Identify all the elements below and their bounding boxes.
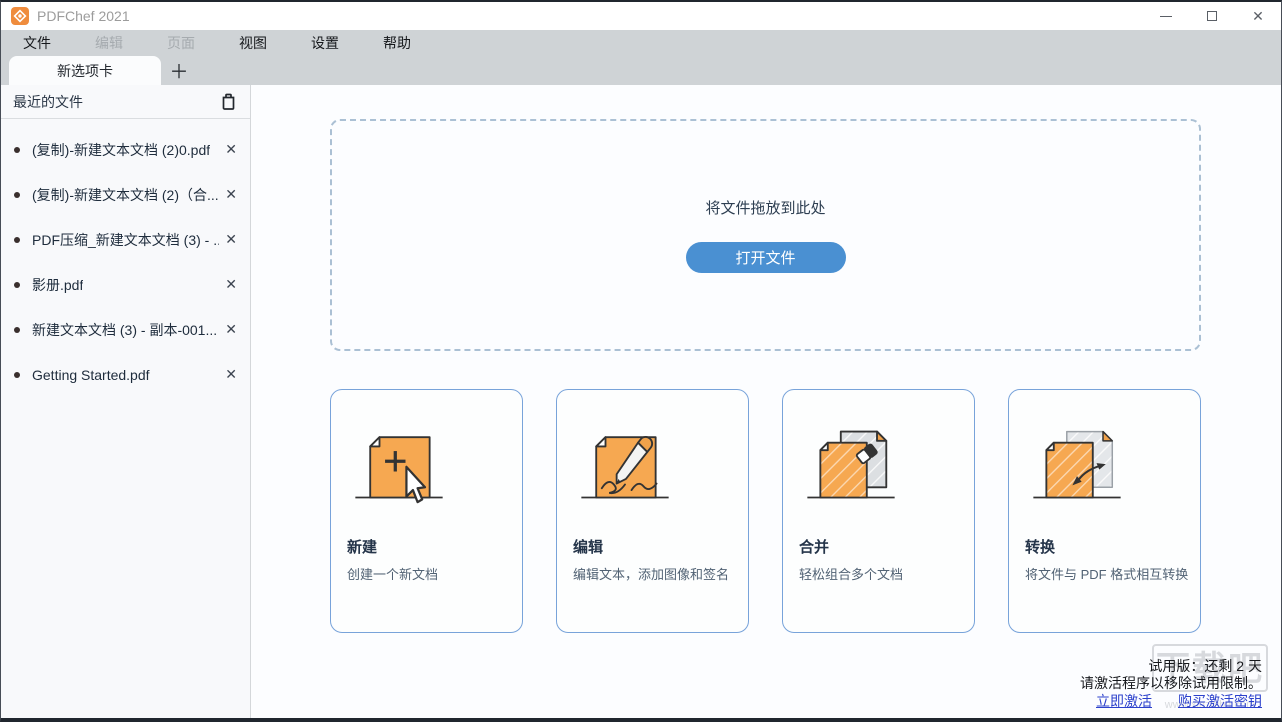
recent-file-row[interactable]: (复制)-新建文本文档 (2)（合... ✕ [1, 172, 250, 217]
open-file-button[interactable]: 打开文件 [685, 242, 846, 273]
file-name[interactable]: (复制)-新建文本文档 (2)（合... [32, 185, 219, 205]
trash-icon [222, 93, 234, 110]
remove-file-button[interactable]: ✕ [219, 186, 237, 203]
menu-edit: 编辑 [95, 35, 123, 51]
card-convert-documents[interactable]: 转换 将文件与 PDF 格式相互转换 [1008, 389, 1201, 633]
action-cards: 新建 创建一个新文档 编辑 编辑文本，添加图像和签名 合并 轻松组合多个文档 转… [330, 389, 1201, 633]
bullet-icon [14, 281, 20, 288]
bullet-icon [14, 191, 20, 198]
trial-days-remaining: 试用版：还剩 2 天 [1148, 658, 1262, 674]
card-title: 新建 [347, 539, 378, 556]
clear-recent-button[interactable] [218, 92, 238, 112]
card-subtitle: 将文件与 PDF 格式相互转换 [1025, 567, 1189, 582]
card-title: 编辑 [573, 539, 604, 556]
maximize-button[interactable] [1189, 2, 1235, 30]
remove-file-button[interactable]: ✕ [219, 276, 237, 293]
title-bar: PDFChef 2021 ✕ [1, 2, 1281, 30]
recent-files-list: (复制)-新建文本文档 (2)0.pdf ✕ (复制)-新建文本文档 (2)（合… [1, 119, 250, 397]
tab-new-tab[interactable]: 新选项卡 [9, 56, 161, 85]
buy-key-link[interactable]: 购买激活密钥 [1178, 693, 1262, 709]
convert-documents-icon [1033, 430, 1121, 499]
trial-activate-message: 请激活程序以移除试用限制。 [1080, 675, 1262, 691]
card-subtitle: 轻松组合多个文档 [799, 567, 904, 582]
recent-file-row[interactable]: 新建文本文档 (3) - 副本-001... ✕ [1, 307, 250, 352]
remove-file-button[interactable]: ✕ [219, 366, 237, 383]
bullet-icon [14, 236, 20, 243]
main-panel: 将文件拖放到此处 打开文件 新建 创建一个新文档 编辑 编辑文本，添加图像和签名… [251, 85, 1281, 718]
menu-help[interactable]: 帮助 [361, 30, 433, 56]
card-new-document[interactable]: 新建 创建一个新文档 [330, 389, 523, 633]
remove-file-button[interactable]: ✕ [219, 321, 237, 338]
card-subtitle: 编辑文本，添加图像和签名 [573, 567, 730, 582]
remove-file-button[interactable]: ✕ [219, 141, 237, 158]
card-title: 转换 [1025, 539, 1056, 556]
recent-file-row[interactable]: (复制)-新建文本文档 (2)0.pdf ✕ [1, 127, 250, 172]
close-button[interactable]: ✕ [1235, 2, 1281, 30]
card-title: 合并 [799, 539, 830, 556]
recent-file-row[interactable]: Getting Started.pdf ✕ [1, 352, 250, 397]
app-window: PDFChef 2021 ✕ 文件 编辑 页面 视图 设置 帮助 新选项卡 ＋ … [0, 0, 1282, 722]
file-name[interactable]: 影册.pdf [32, 275, 83, 295]
trial-notice: 试用版：还剩 2 天 请激活程序以移除试用限制。 立即激活 购买激活密钥 [1080, 658, 1262, 710]
recent-files-sidebar: 最近的文件 (复制)-新建文本文档 (2)0.pdf ✕ (复制)-新建文本文档 [1, 85, 251, 718]
bullet-icon [14, 146, 20, 153]
tab-bar: 新选项卡 ＋ [1, 56, 1281, 85]
card-edit-document[interactable]: 编辑 编辑文本，添加图像和签名 [556, 389, 749, 633]
app-logo-icon [11, 7, 29, 25]
maximize-icon [1207, 11, 1217, 21]
menu-page: 页面 [167, 35, 195, 51]
bullet-icon [14, 326, 20, 333]
drop-hint-text: 将文件拖放到此处 [705, 200, 826, 217]
file-name[interactable]: (复制)-新建文本文档 (2)0.pdf [32, 140, 210, 160]
recent-file-row[interactable]: PDF压缩_新建文本文档 (3) - ... ✕ [1, 217, 250, 262]
add-tab-button[interactable]: ＋ [164, 56, 194, 85]
menu-bar: 文件 编辑 页面 视图 设置 帮助 [1, 30, 1281, 56]
recent-file-row[interactable]: 影册.pdf ✕ [1, 262, 250, 307]
minimize-button[interactable] [1143, 2, 1189, 30]
bullet-icon [14, 371, 20, 378]
new-document-icon [355, 436, 443, 504]
content-area: 最近的文件 (复制)-新建文本文档 (2)0.pdf ✕ (复制)-新建文本文档 [1, 85, 1281, 718]
menu-settings[interactable]: 设置 [289, 30, 361, 56]
sidebar-header: 最近的文件 [1, 85, 250, 119]
menu-file[interactable]: 文件 [1, 30, 73, 56]
file-name[interactable]: PDF压缩_新建文本文档 (3) - ... [32, 230, 219, 250]
edit-document-icon [581, 436, 669, 499]
file-name[interactable]: 新建文本文档 (3) - 副本-001... [32, 320, 217, 340]
activate-now-link[interactable]: 立即激活 [1096, 693, 1152, 709]
card-subtitle: 创建一个新文档 [347, 567, 439, 582]
file-drop-zone[interactable]: 将文件拖放到此处 打开文件 [330, 119, 1201, 351]
merge-documents-icon [807, 430, 895, 499]
card-merge-documents[interactable]: 合并 轻松组合多个文档 [782, 389, 975, 633]
remove-file-button[interactable]: ✕ [219, 231, 237, 248]
file-name[interactable]: Getting Started.pdf [32, 367, 150, 383]
minimize-icon [1160, 15, 1172, 17]
menu-view[interactable]: 视图 [217, 30, 289, 56]
window-controls: ✕ [1143, 2, 1281, 30]
recent-files-title: 最近的文件 [13, 93, 83, 110]
window-title: PDFChef 2021 [37, 8, 130, 24]
